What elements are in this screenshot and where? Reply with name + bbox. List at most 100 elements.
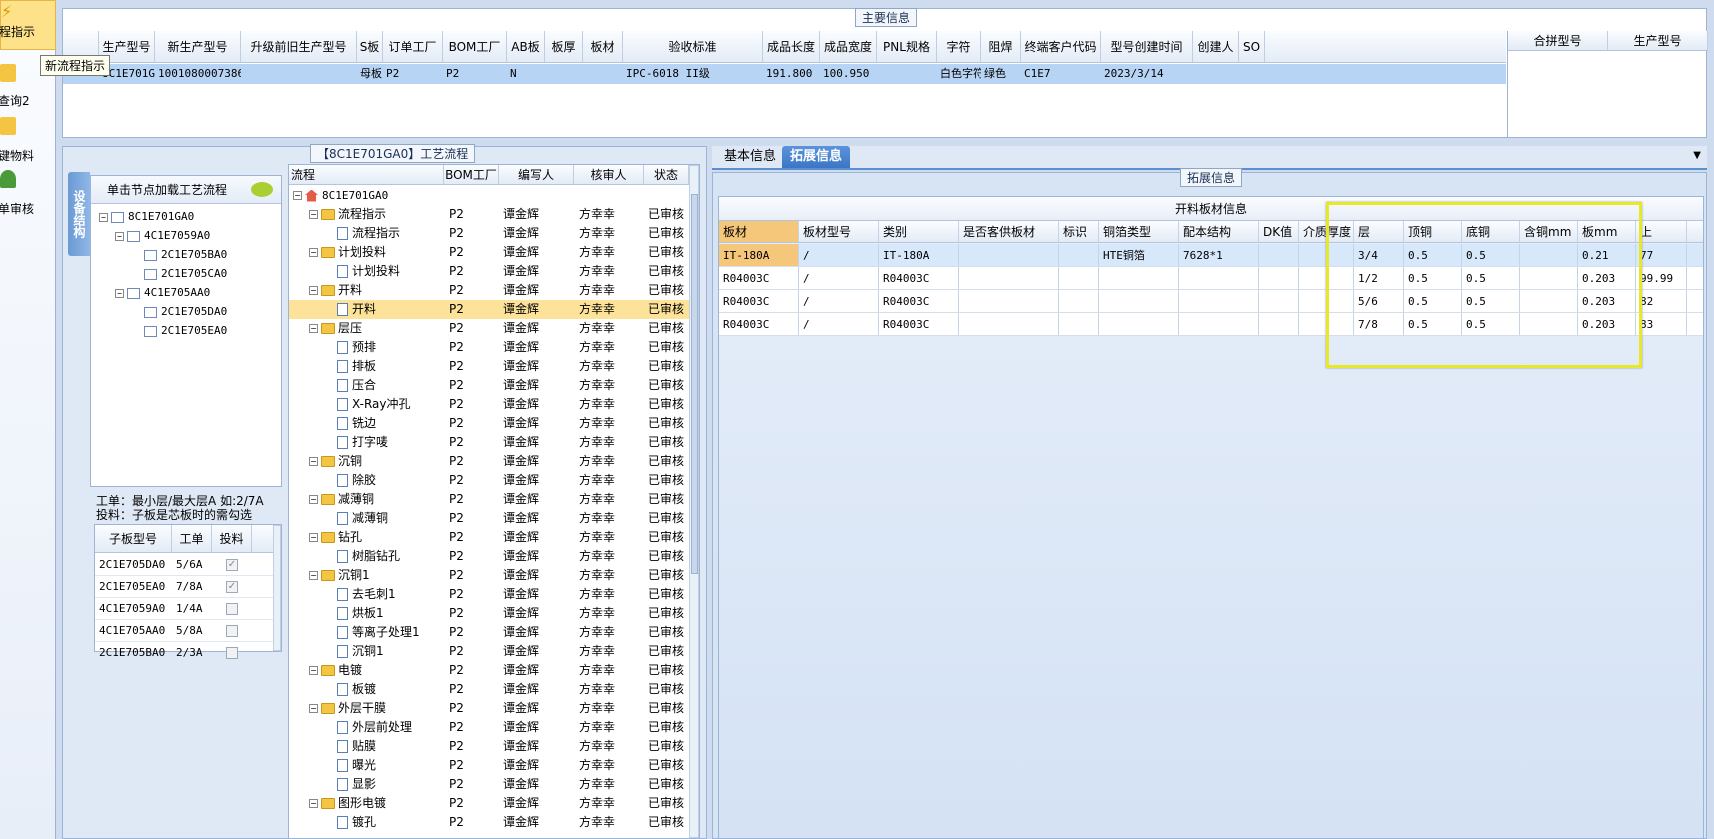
column-header[interactable]: AB板 [507, 31, 545, 62]
nav-item-key-material[interactable]: 键物料 [0, 115, 56, 165]
feed-checkbox[interactable] [226, 625, 238, 637]
flow-row[interactable]: − 层压 P2 谭金辉 方幸幸 已审核 [289, 319, 699, 338]
column-header[interactable]: BOM工厂 [443, 31, 507, 62]
tab-basic-info[interactable]: 基本信息 [716, 146, 784, 168]
flow-row[interactable]: 铣边 P2 谭金辉 方幸幸 已审核 [289, 414, 699, 433]
table-row[interactable]: 8C1E701GA010010800073864母板P2P2NIPC-6018 … [63, 64, 1506, 84]
column-header[interactable]: 成品宽度 [820, 31, 877, 62]
column-header[interactable]: 合拼型号 [1508, 31, 1608, 50]
collapse-icon[interactable]: − [309, 799, 318, 808]
tree-node[interactable]: − 4C1E7059A0 [115, 227, 210, 244]
collapse-icon[interactable]: − [309, 248, 318, 257]
flow-row[interactable]: − 流程指示 P2 谭金辉 方幸幸 已审核 [289, 205, 699, 224]
node-checkbox[interactable] [127, 287, 140, 299]
column-header[interactable]: 工单 [172, 525, 212, 552]
flow-row[interactable]: X-Ray冲孔 P2 谭金辉 方幸幸 已审核 [289, 395, 699, 414]
column-header[interactable]: 投料 [212, 525, 252, 552]
column-header[interactable]: 新生产型号 [155, 31, 241, 62]
column-header[interactable]: 板材 [583, 31, 623, 62]
flow-row[interactable]: 预排 P2 谭金辉 方幸幸 已审核 [289, 338, 699, 357]
column-header[interactable]: 类别 [879, 221, 959, 242]
tree-node[interactable]: − 8C1E701GA0 [99, 208, 194, 225]
column-header[interactable]: 配本结构 [1179, 221, 1259, 242]
flow-row[interactable]: 压合 P2 谭金辉 方幸幸 已审核 [289, 376, 699, 395]
column-header[interactable]: BOM工厂 [444, 165, 499, 184]
tree-node[interactable]: 2C1E705EA0 [131, 322, 227, 339]
flow-row[interactable]: − 图形电镀 P2 谭金辉 方幸幸 已审核 [289, 794, 699, 813]
flow-row[interactable]: 板镀 P2 谭金辉 方幸幸 已审核 [289, 680, 699, 699]
feed-checkbox[interactable] [226, 603, 238, 615]
flow-row[interactable]: − 外层干膜 P2 谭金辉 方幸幸 已审核 [289, 699, 699, 718]
collapse-icon[interactable]: − [309, 533, 318, 542]
nav-item-flow-indicator[interactable]: ⚡ 程指示 [0, 0, 56, 50]
flow-row[interactable]: 开料 P2 谭金辉 方幸幸 已审核 [289, 300, 699, 319]
column-header[interactable]: 是否客供板材 [959, 221, 1059, 242]
column-header[interactable]: 核审人 [574, 165, 644, 184]
collapse-icon[interactable]: − [99, 212, 108, 222]
node-checkbox[interactable] [144, 306, 157, 318]
collapse-icon[interactable]: − [309, 286, 318, 295]
table-row[interactable]: 4C1E705AA0 5/8A [95, 620, 273, 642]
column-header[interactable]: 成品长度 [763, 31, 820, 62]
column-header[interactable]: 字符 [937, 31, 981, 62]
tree-node[interactable]: 2C1E705BA0 [131, 246, 227, 263]
tree-node[interactable]: 2C1E705CA0 [131, 265, 227, 282]
flow-row[interactable]: 流程指示 P2 谭金辉 方幸幸 已审核 [289, 224, 699, 243]
flow-row[interactable]: 显影 P2 谭金辉 方幸幸 已审核 [289, 775, 699, 794]
tree-node[interactable]: − 4C1E705AA0 [115, 284, 210, 301]
column-header[interactable]: 型号创建时间 [1101, 31, 1193, 62]
column-header[interactable]: 子板型号 [95, 525, 172, 552]
flow-row[interactable]: − 沉铜1 P2 谭金辉 方幸幸 已审核 [289, 566, 699, 585]
collapse-icon[interactable]: − [309, 666, 318, 675]
table-row[interactable]: 2C1E705DA0 5/6A ✓ [95, 554, 273, 576]
flow-row[interactable]: − 开料 P2 谭金辉 方幸幸 已审核 [289, 281, 699, 300]
structure-tree[interactable]: 单击节点加载工艺流程 −8C1E701GA0−4C1E7059A0 2C1E705… [90, 175, 282, 487]
scrollbar[interactable] [689, 165, 699, 838]
column-header[interactable]: 状态 [644, 165, 689, 184]
flow-grid[interactable]: 流程 BOM工厂 编写人 核审人 状态 −8C1E701GA0− 流程指示 P2 谭金… [288, 164, 700, 839]
node-checkbox[interactable] [144, 325, 157, 337]
flow-row[interactable]: − 8C1E701GA0 [289, 186, 699, 205]
table-row[interactable]: 2C1E705BA0 2/3A [95, 642, 273, 664]
flow-row[interactable]: 树脂钻孔 P2 谭金辉 方幸幸 已审核 [289, 547, 699, 566]
node-checkbox[interactable] [111, 211, 124, 223]
flow-row[interactable]: 沉铜1 P2 谭金辉 方幸幸 已审核 [289, 642, 699, 661]
column-header[interactable]: 板材型号 [799, 221, 879, 242]
column-header[interactable]: DK值 [1259, 221, 1299, 242]
table-row[interactable]: 2C1E705EA0 7/8A ✓ [95, 576, 273, 598]
subboard-grid[interactable]: 子板型号 工单 投料 2C1E705DA0 5/6A ✓ 2C1E705EA0 7/8A… [94, 524, 282, 664]
collapse-icon[interactable]: − [309, 457, 318, 466]
column-header[interactable]: 上 [1636, 221, 1687, 242]
collapse-icon[interactable]: − [115, 288, 124, 298]
flow-row[interactable]: 贴膜 P2 谭金辉 方幸幸 已审核 [289, 737, 699, 756]
flow-row[interactable]: 镀孔 P2 谭金辉 方幸幸 已审核 [289, 813, 699, 832]
collapse-icon[interactable]: − [309, 704, 318, 713]
tree-node[interactable]: 2C1E705DA0 [131, 303, 227, 320]
column-header[interactable]: SO [1239, 31, 1265, 62]
flow-row[interactable]: 计划投料 P2 谭金辉 方幸幸 已审核 [289, 262, 699, 281]
column-header[interactable]: 订单工厂 [383, 31, 443, 62]
node-checkbox[interactable] [144, 268, 157, 280]
side-tab-device-structure[interactable]: 设备结构 [68, 172, 90, 256]
table-row[interactable]: 4C1E7059A0 1/4A [95, 598, 273, 620]
feed-checkbox[interactable]: ✓ [226, 581, 238, 593]
column-header[interactable]: 标识 [1059, 221, 1099, 242]
scrollbar[interactable] [273, 525, 281, 651]
tab-extended-info[interactable]: 拓展信息 [782, 146, 851, 168]
column-header[interactable]: PNL规格 [877, 31, 937, 62]
flow-row[interactable]: 减薄铜 P2 谭金辉 方幸幸 已审核 [289, 509, 699, 528]
column-header[interactable]: 终端客户代码 [1021, 31, 1101, 62]
flow-row[interactable]: 去毛刺1 P2 谭金辉 方幸幸 已审核 [289, 585, 699, 604]
collapse-icon[interactable]: − [293, 191, 302, 200]
flow-row[interactable]: 排板 P2 谭金辉 方幸幸 已审核 [289, 357, 699, 376]
collapse-icon[interactable]: − [309, 324, 318, 333]
column-header[interactable]: 编写人 [499, 165, 574, 184]
flow-row[interactable]: − 电镀 P2 谭金辉 方幸幸 已审核 [289, 661, 699, 680]
column-header[interactable]: 升级前旧生产型号 [241, 31, 357, 62]
column-header[interactable]: 板材 [719, 221, 799, 242]
flow-row[interactable]: 打字唛 P2 谭金辉 方幸幸 已审核 [289, 433, 699, 452]
collapse-icon[interactable]: − [309, 571, 318, 580]
column-header[interactable]: 阻焊 [981, 31, 1021, 62]
dropdown-arrow-icon[interactable]: ▼ [1693, 150, 1701, 161]
flow-row[interactable]: 等离子处理1 P2 谭金辉 方幸幸 已审核 [289, 623, 699, 642]
